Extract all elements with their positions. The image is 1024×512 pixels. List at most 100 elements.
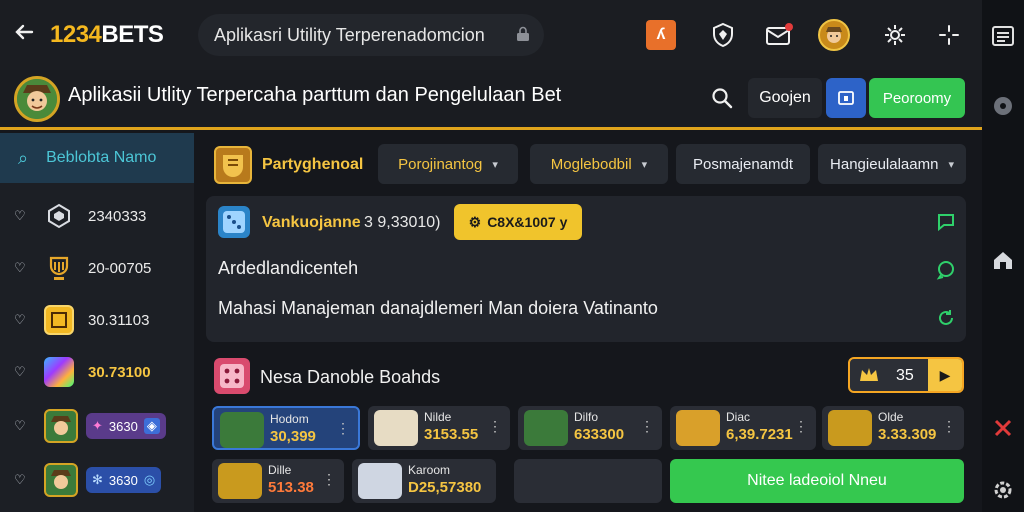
gear-icon: ⚙ (468, 213, 482, 230)
character-avatar-icon[interactable] (818, 19, 850, 51)
home-icon[interactable] (991, 248, 1015, 272)
filter-dropdown-2[interactable]: Moglebodbil ▾ (530, 144, 668, 184)
dice-board-icon (214, 358, 250, 394)
brand-logo[interactable]: 1234BETS (50, 21, 164, 49)
more-icon[interactable]: ⋮ (322, 471, 336, 488)
settings-icon[interactable] (991, 94, 1015, 118)
orange-app-icon[interactable]: ʎ (646, 20, 676, 50)
number-tile-icon (44, 305, 74, 335)
card-label: Dille (268, 463, 292, 477)
play-icon[interactable]: ▶ (928, 359, 962, 391)
message-icon[interactable] (936, 260, 956, 280)
dropdown-label: Moglebodbil (550, 155, 632, 173)
sidebar-item[interactable]: ♡ 20-00705 (0, 243, 194, 293)
card-value: 6,39.7231 (726, 426, 793, 443)
sidebar-item[interactable]: ♡ 2340333 (0, 191, 194, 241)
sidebar-item[interactable]: ♡ 30.31103 (0, 295, 194, 345)
more-icon[interactable]: ⋮ (336, 420, 350, 437)
more-icon[interactable]: ⋮ (640, 418, 654, 435)
crest-thumb-icon (218, 463, 262, 499)
badge-icon: ◈ (143, 418, 160, 434)
board-card[interactable]: Diac 6,39.7231 ⋮ (670, 406, 816, 450)
card-value: 633300 (574, 426, 625, 443)
cog-icon[interactable] (991, 478, 1015, 502)
hexagon-icon (44, 201, 74, 231)
filter-dropdown-4[interactable]: Hangieulalaamn ▾ (818, 144, 966, 184)
board-card[interactable]: Olde 3.33.309 ⋮ (822, 406, 964, 450)
filter-row: Partyghenoal Porojinantog ▾ Moglebodbil … (206, 140, 966, 188)
sidebar-value: 20-00705 (88, 259, 152, 277)
character-icon (44, 463, 78, 497)
character-icon (44, 409, 78, 443)
ring-icon: ◎ (143, 472, 156, 487)
heart-icon[interactable]: ♡ (14, 260, 28, 276)
board-card[interactable]: Dilfo 633300 ⋮ (518, 406, 662, 450)
more-icon[interactable]: ⋮ (942, 418, 956, 435)
sparkle-icon[interactable] (934, 20, 964, 50)
card-value: 513.38 (268, 479, 314, 496)
search-icon[interactable] (710, 86, 736, 112)
page-title: Aplikasii Utlity Terpercaha parttum dan … (68, 84, 562, 106)
heart-icon[interactable]: ♡ (14, 472, 28, 488)
user-avatar[interactable] (14, 76, 60, 122)
chevron-down-icon: ▾ (948, 158, 954, 171)
chip-value: 3630 (108, 418, 138, 434)
filter-dropdown-3[interactable]: Posmajenamdt (676, 144, 810, 184)
board-card[interactable]: Nilde 3153.55 ⋮ (368, 406, 510, 450)
balance-chip[interactable]: ⚙ C8X&1007 y (454, 204, 582, 240)
dice-thumb-icon (358, 463, 402, 499)
card-label: Diac (726, 410, 751, 424)
back-arrow-icon[interactable] (12, 20, 40, 51)
panel-line: Ardedlandicenteh (218, 258, 359, 278)
reward-chip[interactable]: ✦ 3630 ◈ (86, 413, 166, 439)
sidebar-item[interactable]: ♡ ✻ 3630 ◎ (0, 455, 194, 505)
heart-icon[interactable]: ♡ (14, 364, 28, 380)
board-card[interactable]: Dille 513.38 ⋮ (212, 459, 344, 503)
close-icon[interactable] (991, 416, 1015, 440)
boards-counter[interactable]: 35 ▶ (848, 357, 964, 393)
sidebar-value: 2340333 (88, 207, 147, 225)
sidebar-item-active[interactable]: ⌕ Beblobta Namo (0, 133, 194, 183)
character-thumb-icon (220, 412, 264, 448)
card-value: 30,399 (270, 428, 316, 445)
login-button[interactable]: Goojen (748, 78, 822, 118)
chat-icon[interactable] (936, 212, 956, 232)
wallet-button[interactable] (826, 78, 866, 118)
register-button[interactable]: Peoroomy (869, 78, 965, 118)
gear-icon[interactable] (880, 20, 910, 50)
heart-icon[interactable]: ♡ (14, 312, 28, 328)
cards-thumb-icon (676, 410, 720, 446)
reward-chip[interactable]: ✻ 3630 ◎ (86, 467, 162, 493)
filter-dropdown-1[interactable]: Porojinantog ▾ (378, 144, 518, 184)
snowflake-icon: ✻ (92, 472, 103, 487)
more-icon[interactable]: ⋮ (488, 418, 502, 435)
card-label: Olde (878, 410, 904, 424)
heart-icon[interactable]: ♡ (14, 208, 28, 224)
panel-icon[interactable] (991, 24, 1015, 48)
panel-name: Vankuojanne (262, 214, 361, 231)
colorful-game-icon (44, 357, 74, 387)
inbox-icon[interactable] (764, 20, 794, 50)
heart-icon[interactable]: ♡ (14, 418, 28, 434)
sidebar-item[interactable]: ♡ ✦ 3630 ◈ (0, 401, 194, 451)
card-value: D25,57380 (408, 479, 482, 496)
sidebar-item[interactable]: ♡ 30.73100 (0, 347, 194, 397)
chip-value: 3630 (108, 472, 138, 488)
crest-thumb-icon (828, 410, 872, 446)
dropdown-label: Hangieulalaamn (830, 155, 939, 173)
shield-icon[interactable] (708, 20, 738, 50)
board-card[interactable]: Hodom 30,399 ⋮ (212, 406, 360, 450)
card-label: Karoom (408, 463, 451, 477)
card-value: 3.33.309 (878, 426, 937, 443)
panel-description: Mahasi Manajeman danajdlemeri Man doiera… (218, 298, 658, 318)
board-card[interactable]: Karoom D25,57380 (352, 459, 496, 503)
refresh-icon[interactable] (936, 308, 956, 328)
more-icon[interactable]: ⋮ (794, 418, 808, 435)
card-label: Dilfo (574, 410, 599, 424)
app-window: 1234BETS Aplikasri Utility Terperenadomc… (0, 0, 1024, 512)
card-value: 3153.55 (424, 426, 479, 443)
star-icon: ✦ (92, 418, 103, 433)
cta-button[interactable]: Nitee ladeoiol Nneu (670, 459, 964, 503)
url-bar[interactable]: Aplikasri Utility Terperenadomcion (198, 14, 544, 56)
dice-thumb-icon (374, 410, 418, 446)
